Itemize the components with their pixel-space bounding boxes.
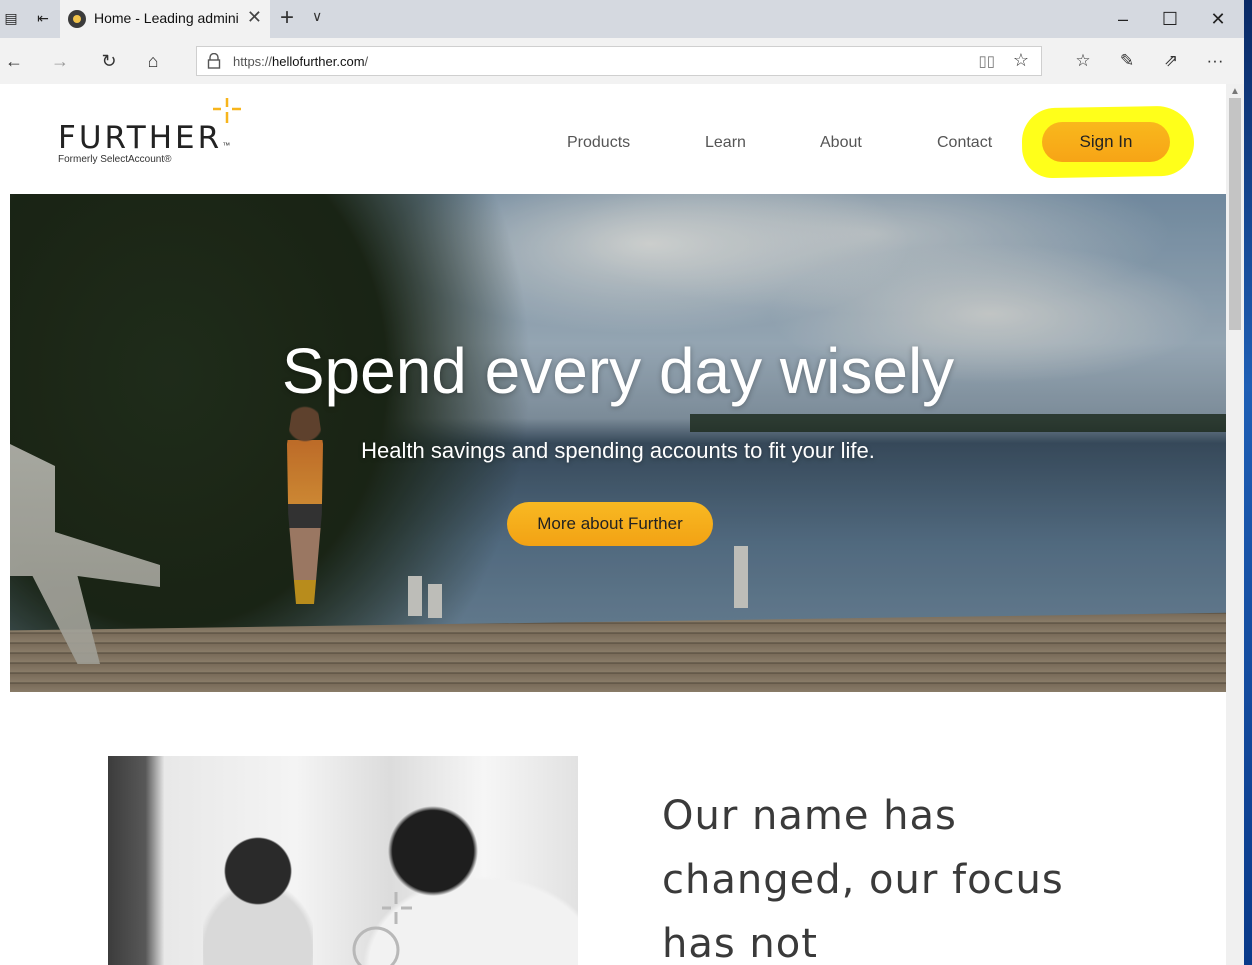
- new-tab-icon[interactable]: +: [280, 4, 294, 32]
- favorite-star-icon[interactable]: ☆: [1013, 50, 1029, 71]
- lock-icon: [207, 53, 221, 69]
- scroll-up-icon[interactable]: ▲: [1230, 86, 1240, 97]
- hero-title: Spend every day wisely: [281, 335, 955, 407]
- favorites-hub-icon[interactable]: ☆: [1070, 48, 1096, 74]
- tab-title: Home - Leading admini: [94, 10, 239, 26]
- minimize-icon[interactable]: –: [1108, 6, 1138, 32]
- set-aside-tabs-icon[interactable]: ⇤: [34, 9, 52, 27]
- home-icon[interactable]: ⌂: [141, 49, 165, 73]
- back-arrow-icon[interactable]: ←: [2, 49, 26, 73]
- family-photo: [108, 756, 578, 965]
- site-favicon-icon: [68, 10, 86, 28]
- browser-toolbar: ← → ↻ ⌂ https://hellofurther.com/ ▯▯ ☆ ☆…: [0, 38, 1252, 85]
- nav-contact[interactable]: Contact: [937, 134, 992, 152]
- url-text: https://hellofurther.com/: [233, 54, 369, 69]
- section-headline: Our name has changed, our focus has not: [662, 784, 1082, 965]
- sign-in-button[interactable]: Sign In: [1042, 122, 1170, 162]
- pen-icon[interactable]: ✎: [1114, 48, 1140, 74]
- logo-spark-icon: [213, 98, 241, 123]
- photo-spark-icon: [352, 892, 412, 965]
- share-icon[interactable]: ⇗: [1158, 48, 1184, 74]
- refresh-icon[interactable]: ↻: [97, 49, 121, 73]
- web-page: FURTHER™ Formerly SelectAccount® Product…: [0, 84, 1226, 965]
- browser-titlebar: ▤ ⇤ Home - Leading admini ✕ + ∨ – ☐ ✕: [0, 0, 1252, 38]
- hero-banner: Spend every day wisely Health savings an…: [10, 194, 1226, 692]
- logo-wordmark: FURTHER: [58, 120, 223, 156]
- more-icon[interactable]: ···: [1202, 48, 1228, 74]
- further-logo[interactable]: FURTHER™ Formerly SelectAccount®: [58, 98, 241, 165]
- headline-line: Our name has: [662, 793, 957, 839]
- tab-close-icon[interactable]: ✕: [247, 8, 262, 26]
- tab-preview-icon[interactable]: ▤: [2, 9, 20, 27]
- hero-subtitle: Health savings and spending accounts to …: [361, 438, 875, 463]
- maximize-icon[interactable]: ☐: [1155, 6, 1185, 32]
- browser-tab-active[interactable]: Home - Leading admini ✕: [60, 0, 270, 38]
- logo-trademark: ™: [222, 141, 231, 150]
- nav-about[interactable]: About: [820, 134, 862, 152]
- tab-list-chevron-icon[interactable]: ∨: [312, 8, 322, 25]
- nav-learn[interactable]: Learn: [705, 134, 746, 152]
- close-window-icon[interactable]: ✕: [1203, 6, 1233, 32]
- more-about-button[interactable]: More about Further: [507, 502, 713, 546]
- photo-girl: [203, 831, 313, 965]
- address-bar-input[interactable]: https://hellofurther.com/ ▯▯ ☆: [196, 46, 1042, 76]
- page-scrollbar[interactable]: ▲: [1226, 84, 1244, 965]
- nav-products[interactable]: Products: [567, 134, 630, 152]
- desktop-background: [1244, 0, 1252, 965]
- forward-arrow-icon[interactable]: →: [48, 49, 72, 73]
- scrollbar-thumb[interactable]: [1229, 98, 1241, 330]
- headline-line: has not: [662, 921, 818, 965]
- headline-line: changed, our focus: [662, 857, 1064, 903]
- reading-view-icon[interactable]: ▯▯: [978, 52, 995, 70]
